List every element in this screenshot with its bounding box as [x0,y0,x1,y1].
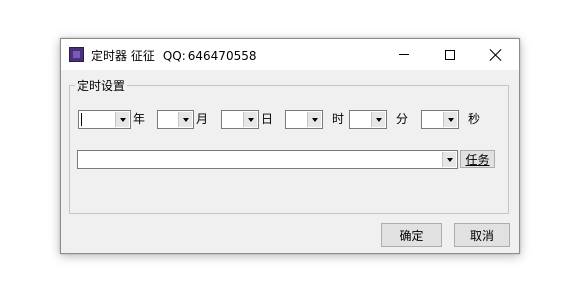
group-label: 定时设置 [75,77,128,94]
minimize-icon [399,54,409,55]
month-dropdown-button[interactable] [178,112,192,127]
close-icon [490,49,502,61]
dropdown-arrow-icon [375,117,382,122]
dropdown-arrow-icon [446,157,453,162]
ok-button-label: 确定 [399,228,424,243]
dropdown-arrow-icon [247,117,254,122]
task-combo[interactable] [77,150,458,169]
hour-dropdown-button[interactable] [307,112,321,127]
dropdown-arrow-icon [311,117,318,122]
title-qq-label: QQ: [162,49,186,63]
dropdown-arrow-icon [447,117,454,122]
second-label: 秒 [468,112,481,126]
title-qq-number: 646470558 [187,49,257,63]
minute-dropdown-button[interactable] [371,112,385,127]
dropdown-arrow-icon [182,117,189,122]
window-title: 定时器 征征 QQ: 646470558 [91,47,256,64]
year-label: 年 [133,112,146,126]
year-dropdown-button[interactable] [115,112,129,127]
ok-button[interactable]: 确定 [381,223,442,247]
title-bar[interactable]: 定时器 征征 QQ: 646470558 [61,39,519,70]
cancel-button-label: 取消 [469,228,494,243]
app-icon [69,47,84,62]
minute-label: 分 [396,112,409,126]
cancel-button[interactable]: 取消 [454,223,510,247]
second-combo[interactable] [421,110,459,129]
hour-label: 时 [332,112,345,126]
day-label: 日 [261,112,274,126]
day-dropdown-button[interactable] [243,112,257,127]
dropdown-arrow-icon [119,117,126,122]
minute-combo[interactable] [349,110,387,129]
day-combo[interactable] [221,110,259,129]
maximize-button[interactable] [427,39,473,70]
year-combo[interactable] [78,110,131,129]
text-cursor [81,113,82,126]
timer-window: 定时器 征征 QQ:646470558 定时设置 年 月 日 时 分 秒 任务 [60,38,520,254]
task-button[interactable]: 任务 [460,150,495,168]
window-title-name: 定时器 征征 [91,49,155,63]
month-label: 月 [196,112,209,126]
minimize-button[interactable] [381,39,427,70]
close-button[interactable] [473,39,519,70]
hour-combo[interactable] [285,110,323,129]
maximize-icon [445,49,455,60]
task-button-label: 任务 [465,152,490,167]
month-combo[interactable] [157,110,194,129]
second-dropdown-button[interactable] [443,112,457,127]
task-dropdown-button[interactable] [442,152,456,167]
